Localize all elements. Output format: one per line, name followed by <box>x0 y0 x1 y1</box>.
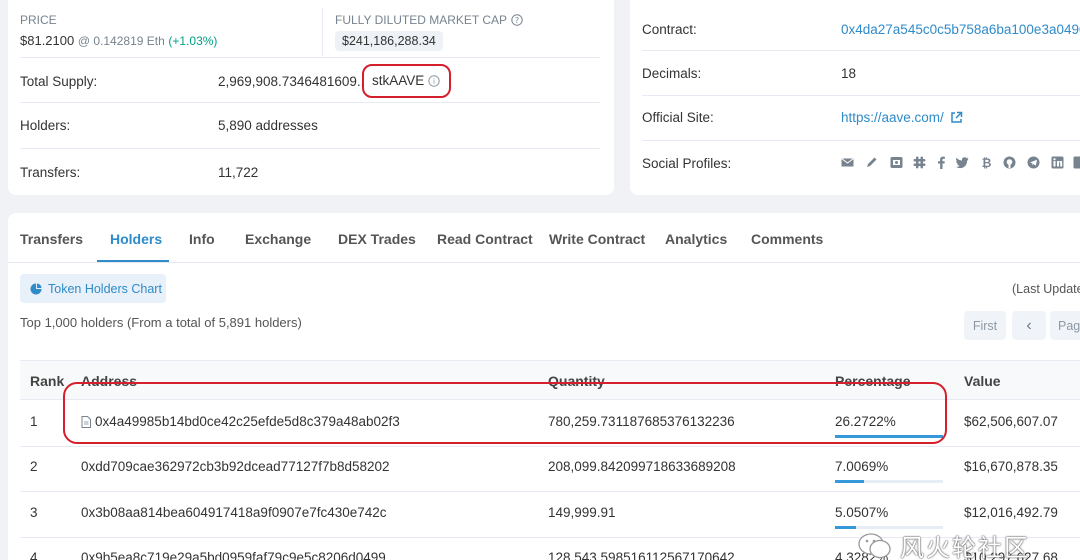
twitter-icon[interactable] <box>956 156 969 169</box>
quantity-cell: 128,543.598516112567170642 <box>548 550 735 560</box>
official-site-link[interactable]: https://aave.com/ <box>841 110 963 125</box>
slack-icon[interactable] <box>913 156 926 169</box>
external-link-icon[interactable] <box>950 111 963 124</box>
tab-write-contract[interactable]: Write Contract <box>549 231 645 247</box>
last-update-text: (Last Update <box>1012 282 1080 296</box>
transfers-value: 11,722 <box>218 165 259 180</box>
wechat-icon <box>858 532 891 558</box>
supply-label: Total Supply: <box>20 74 98 89</box>
rank-cell: 1 <box>30 414 38 429</box>
tab-holders[interactable]: Holders <box>110 231 162 247</box>
linkedin-icon[interactable] <box>1051 156 1064 169</box>
prev-page-label[interactable]: ‹ <box>1026 317 1031 335</box>
token-holders-chart-label[interactable]: Token Holders Chart <box>48 282 162 296</box>
mcap-badge: $241,186,288.34 <box>335 31 443 51</box>
price-change: (+1.03%) <box>168 34 218 48</box>
row-divider <box>20 491 1080 492</box>
holders-value: 5,890 addresses <box>218 118 318 133</box>
mcap-value: $241,186,288.34 <box>342 34 436 48</box>
medium-icon[interactable] <box>890 156 903 169</box>
supply-value: 2,969,908.7346481609.. <box>218 74 365 89</box>
quantity-cell: 208,099.842099718633689208 <box>548 459 736 474</box>
tab-analytics[interactable]: Analytics <box>665 231 727 247</box>
pie-chart-icon <box>30 283 42 294</box>
facebook-icon[interactable] <box>935 156 948 169</box>
rank-cell: 3 <box>30 505 38 520</box>
email-icon[interactable] <box>841 156 854 169</box>
github-icon[interactable] <box>1003 156 1016 169</box>
mcap-label-text: FULLY DILUTED MARKET CAP <box>335 13 508 27</box>
percentage-bar-fill <box>835 526 856 529</box>
page-indicator-label: Pag <box>1058 318 1080 333</box>
active-tab-underline <box>97 260 169 262</box>
price-line: $81.2100 @ 0.142819 Eth (+1.03%) <box>20 33 217 48</box>
watermark-text: 风火轮社区 <box>900 534 1030 560</box>
contract-label: Contract: <box>642 22 697 37</box>
holder-address-link[interactable]: 0x3b08aa814bea604917418a9f0907e7fc430e74… <box>81 505 387 520</box>
bitcointalk-icon[interactable]: ₿ <box>980 156 993 169</box>
price-label: PRICE <box>20 13 57 27</box>
official-site-text[interactable]: https://aave.com/ <box>841 110 944 125</box>
value-cell: $62,506,607.07 <box>964 414 1058 429</box>
price-eth: @ 0.142819 Eth <box>77 34 165 48</box>
tab-dex-trades[interactable]: DEX Trades <box>338 231 416 247</box>
watermark: 风火轮社区 <box>858 528 1030 560</box>
reddit-icon[interactable] <box>1073 156 1080 169</box>
highlight-box-row <box>63 382 947 444</box>
holders-summary: Top 1,000 holders (From a total of 5,891… <box>20 315 302 330</box>
page-indicator: Pag <box>1050 311 1080 340</box>
decimals-label: Decimals: <box>642 66 702 81</box>
tab-comments[interactable]: Comments <box>751 231 823 247</box>
divider <box>642 95 1080 96</box>
telegram-icon[interactable] <box>1027 156 1040 169</box>
value-cell: $16,670,878.35 <box>964 459 1058 474</box>
row-divider <box>20 446 1080 447</box>
svg-text:?: ? <box>515 16 519 25</box>
svg-text:₿: ₿ <box>982 156 992 169</box>
holder-address-link[interactable]: 0x9b5ea8c719e29a5bd0959faf79c9e5c8206d04… <box>81 550 386 560</box>
prev-page-button[interactable]: ‹ <box>1012 311 1046 340</box>
contract-link[interactable]: 0x4da27a545c0c5b758a6ba100e3a04900 <box>841 22 1080 37</box>
rank-cell: 2 <box>30 459 38 474</box>
divider <box>20 102 600 103</box>
tab-transfers[interactable]: Transfers <box>20 231 83 247</box>
transfers-label: Transfers: <box>20 165 81 180</box>
price-value: $81.2100 <box>20 33 75 48</box>
header-rank: Rank <box>30 373 65 389</box>
social-label: Social Profiles: <box>642 156 732 171</box>
quantity-cell: 149,999.91 <box>548 505 616 520</box>
divider <box>642 140 1080 141</box>
divider <box>642 50 1080 51</box>
value-cell: $12,016,492.79 <box>964 505 1058 520</box>
first-page-button[interactable]: First <box>964 311 1006 340</box>
tab-info[interactable]: Info <box>189 231 215 247</box>
site-label: Official Site: <box>642 110 714 125</box>
mcap-label: FULLY DILUTED MARKET CAP ? <box>335 13 523 27</box>
tab-divider <box>8 262 1080 263</box>
header-value: Value <box>964 373 1001 389</box>
decimals-value: 18 <box>841 66 857 81</box>
tab-exchange[interactable]: Exchange <box>245 231 311 247</box>
help-icon[interactable]: ? <box>511 14 523 26</box>
highlight-box-symbol <box>362 64 451 98</box>
first-page-label[interactable]: First <box>973 319 997 333</box>
token-holders-chart-button[interactable]: Token Holders Chart <box>20 274 166 303</box>
overview-card <box>8 0 614 195</box>
holders-label: Holders: <box>20 118 71 133</box>
divider <box>20 148 600 149</box>
percentage-cell: 5.0507% <box>835 505 889 520</box>
rank-cell: 4 <box>30 550 38 560</box>
pencil-icon[interactable] <box>865 156 878 169</box>
divider <box>20 57 600 58</box>
percentage-bar-fill <box>835 480 864 483</box>
vertical-divider <box>322 8 323 56</box>
percentage-cell: 7.0069% <box>835 459 889 474</box>
holder-address-link[interactable]: 0xdd709cae362972cb3b92dcead77127f7b8d582… <box>81 459 390 474</box>
tab-read-contract[interactable]: Read Contract <box>437 231 533 247</box>
